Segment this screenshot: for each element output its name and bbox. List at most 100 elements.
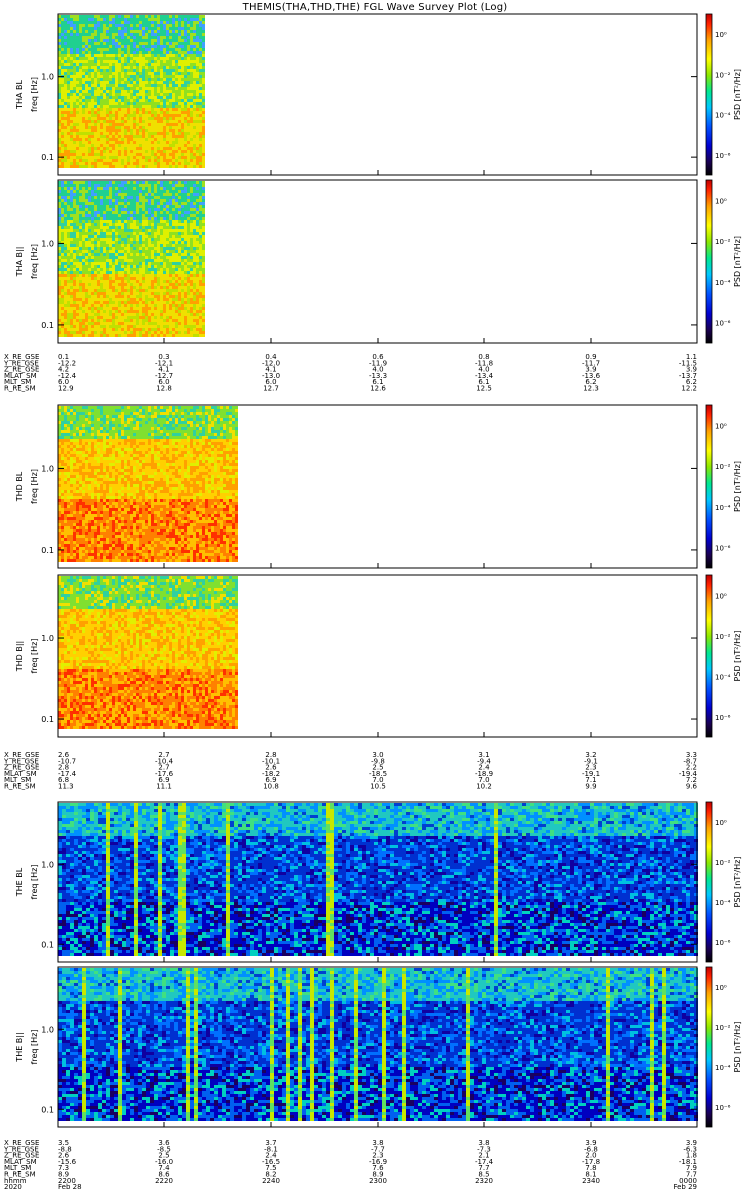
- panel-ylabel: THE B||: [15, 1032, 24, 1062]
- psd-axis-label: PSD [nT²/Hz]: [733, 69, 742, 120]
- y-tick-label: 1.0: [41, 860, 54, 869]
- y-tick-label: 1.0: [41, 239, 54, 248]
- ephem-value: Feb 28: [58, 1183, 82, 1191]
- y-tick-label: 0.1: [41, 1105, 54, 1114]
- panel-ylabel: THE BL: [15, 867, 24, 897]
- ephem-value: 12.2: [681, 385, 697, 393]
- spectrogram-the-bll: [58, 968, 698, 1121]
- colorbar: [706, 967, 712, 1127]
- y-tick-label: 0.1: [41, 940, 54, 949]
- ephem-value: 10.5: [370, 783, 386, 791]
- colorbar-tick-label: 10⁻⁴: [715, 1064, 731, 1072]
- colorbar-tick-label: 10⁻⁴: [715, 504, 731, 512]
- freq-axis-label: freq [Hz]: [30, 469, 39, 504]
- y-tick-label: 0.1: [41, 715, 54, 724]
- panel-tha-bl: 1.0 0.1 THA BL freq [Hz] 10⁰ 10⁻² 10⁻⁴ 10⁻⁶ PSD …: [15, 14, 742, 175]
- psd-axis-label: PSD [nT²/Hz]: [733, 1022, 742, 1073]
- wave-survey-plot: 1.0 0.1 THA BL freq [Hz] 10⁰ 10⁻² 10⁻⁴ 10⁻⁶ PSD …: [0, 0, 750, 1200]
- y-tick-label: 1.0: [41, 1025, 54, 1034]
- colorbar-tick-label: 10⁻²: [715, 71, 731, 79]
- freq-axis-label: freq [Hz]: [30, 77, 39, 112]
- ephem-label: R_RE_SM: [4, 783, 36, 791]
- ephem-value: 10.2: [476, 783, 492, 791]
- ephem-value: 12.5: [476, 385, 492, 393]
- spectrogram-thd-bl: [58, 406, 238, 562]
- colorbar-tick-label: 10⁻²: [715, 1024, 731, 1032]
- colorbar-tick-label: 10⁻⁴: [715, 899, 731, 907]
- colorbar-tick-label: 10⁰: [715, 422, 727, 430]
- y-tick-label: 1.0: [41, 464, 54, 473]
- y-tick-label: 1.0: [41, 73, 54, 82]
- colorbar-tick-label: 10⁻⁶: [715, 1104, 731, 1112]
- ephemeris-block: X_RE_GSE 2.6 2.7 2.8 3.0 3.1 3.2 3.3Y_RE_GSE -10…: [3, 751, 698, 791]
- spectrogram-tha-bll: [58, 181, 205, 337]
- ephem-value: 9.9: [585, 783, 596, 791]
- freq-axis-label: freq [Hz]: [30, 639, 39, 674]
- ephemeris-block: X_RE_GSE 0.1 0.3 0.4 0.6 0.8 0.9 1.1Y_RE_GSE -12…: [3, 353, 697, 393]
- colorbar-tick-label: 10⁰: [715, 197, 727, 205]
- spectrogram-tha-bl: [58, 15, 205, 168]
- ephem-value: 2300: [369, 1177, 387, 1185]
- ephem-value: 11.3: [58, 783, 74, 791]
- colorbar-tick-label: 10⁰: [715, 984, 727, 992]
- ephem-value: 9.6: [686, 783, 698, 791]
- colorbar: [706, 575, 712, 737]
- y-tick-label: 0.1: [41, 153, 54, 162]
- colorbar: [706, 180, 712, 343]
- colorbar-tick-label: 10⁻⁶: [715, 545, 731, 553]
- ephem-value: 12.6: [370, 385, 386, 393]
- colorbar-tick-label: 10⁻⁶: [715, 939, 731, 947]
- ephemeris-block: X_RE_GSE 3.5 3.6 3.7 3.8 3.8 3.9 3.9Y_RE_GSE -8.…: [3, 1139, 697, 1191]
- colorbar-tick-label: 10⁻⁴: [715, 112, 731, 120]
- colorbar-tick-label: 10⁻²: [715, 463, 731, 471]
- panel-thd-bll: 1.0 0.1 THD B|| freq [Hz] 10⁰ 10⁻² 10⁻⁴ 10⁻⁶ PSD…: [15, 575, 742, 737]
- panel-thd-bl: 1.0 0.1 THD BL freq [Hz] 10⁰ 10⁻² 10⁻⁴ 10⁻⁶ PSD …: [15, 405, 742, 568]
- colorbar: [706, 405, 712, 568]
- panel-the-bll: 1.0 0.1 THE B|| freq [Hz] 10⁰ 10⁻² 10⁻⁴ 10⁻⁶ PSD…: [15, 967, 742, 1127]
- panel-tha-bll: 1.0 0.1 THA B|| freq [Hz] 10⁰ 10⁻² 10⁻⁴ 10⁻⁶ PSD…: [15, 180, 742, 343]
- colorbar-tick-label: 10⁻²: [715, 238, 731, 246]
- ephem-value: 2320: [475, 1177, 493, 1185]
- ephem-value: 12.7: [263, 385, 279, 393]
- y-tick-label: 0.1: [41, 321, 54, 330]
- freq-axis-label: freq [Hz]: [30, 244, 39, 279]
- freq-axis-label: freq [Hz]: [30, 1030, 39, 1065]
- freq-axis-label: freq [Hz]: [30, 865, 39, 900]
- colorbar: [706, 802, 712, 962]
- ephem-label: R_RE_SM: [4, 385, 36, 393]
- y-tick-label: 0.1: [41, 546, 54, 555]
- spectrogram-the-bl: [58, 803, 698, 956]
- colorbar-tick-label: 10⁻⁴: [715, 279, 731, 287]
- ephem-value: 12.8: [156, 385, 172, 393]
- psd-axis-label: PSD [nT²/Hz]: [733, 631, 742, 682]
- ephem-value: Feb 29: [673, 1183, 697, 1191]
- panel-ylabel: THD B||: [15, 641, 24, 672]
- colorbar-tick-label: 10⁻⁶: [715, 152, 731, 160]
- colorbar-tick-label: 10⁻⁶: [715, 714, 731, 722]
- y-tick-label: 1.0: [41, 634, 54, 643]
- psd-axis-label: PSD [nT²/Hz]: [733, 857, 742, 908]
- ephem-value: 12.9: [58, 385, 74, 393]
- ephem-value: 11.1: [156, 783, 172, 791]
- ephem-value: 12.3: [583, 385, 599, 393]
- ephem-value: 2240: [262, 1177, 280, 1185]
- ephem-value: 2340: [582, 1177, 600, 1185]
- colorbar-tick-label: 10⁰: [715, 592, 727, 600]
- psd-axis-label: PSD [nT²/Hz]: [733, 236, 742, 287]
- panel-ylabel: THA B||: [15, 247, 24, 278]
- colorbar-tick-label: 10⁻²: [715, 633, 731, 641]
- colorbar-tick-label: 10⁻²: [715, 859, 731, 867]
- panel-ylabel: THD BL: [15, 471, 24, 502]
- colorbar: [706, 14, 712, 175]
- panel-the-bl: 1.0 0.1 THE BL freq [Hz] 10⁰ 10⁻² 10⁻⁴ 10⁻⁶ PSD …: [15, 802, 742, 962]
- ephem-label: 2020: [4, 1183, 22, 1191]
- colorbar-tick-label: 10⁻⁶: [715, 320, 731, 328]
- colorbar-tick-label: 10⁻⁴: [715, 673, 731, 681]
- ephem-value: 10.8: [263, 783, 279, 791]
- panel-ylabel: THA BL: [15, 80, 24, 110]
- ephem-value: 2220: [155, 1177, 173, 1185]
- colorbar-tick-label: 10⁰: [715, 31, 727, 39]
- psd-axis-label: PSD [nT²/Hz]: [733, 461, 742, 512]
- colorbar-tick-label: 10⁰: [715, 819, 727, 827]
- spectrogram-thd-bll: [58, 576, 238, 729]
